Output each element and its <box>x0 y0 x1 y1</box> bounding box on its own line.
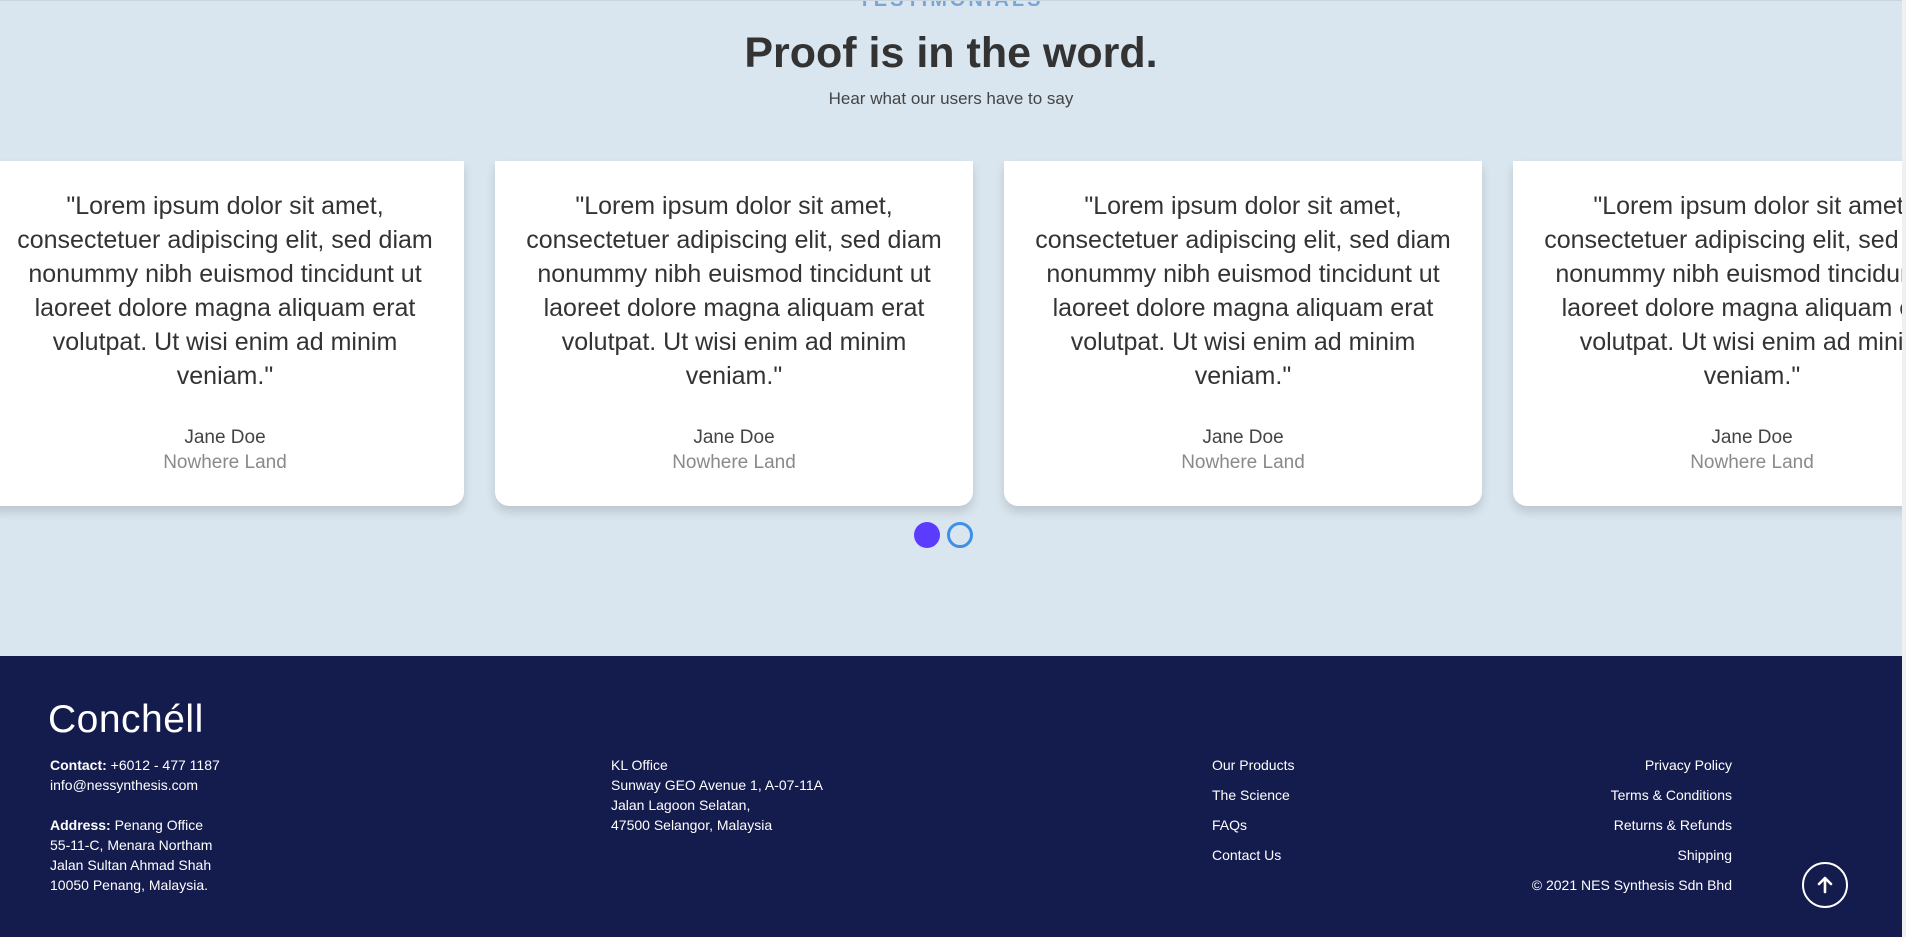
brand-logo[interactable]: Conchéll <box>48 698 204 742</box>
contact-phone[interactable]: +6012 - 477 1187 <box>111 757 220 773</box>
kl-office-line-3: 47500 Selangor, Malaysia <box>611 817 773 833</box>
footer-link-returns-refunds[interactable]: Returns & Refunds <box>1614 817 1732 833</box>
site-footer: Conchéll Contact: +6012 - 477 1187 info@… <box>0 656 1902 937</box>
footer-link-contact-us[interactable]: Contact Us <box>1212 847 1281 863</box>
footer-link-privacy-policy[interactable]: Privacy Policy <box>1645 757 1732 773</box>
address-office: Penang Office <box>114 817 204 833</box>
testimonial-quote: "Lorem ipsum dolor sit amet, consectetue… <box>17 192 433 390</box>
address-line-1: 55-11-C, Menara Northam <box>50 837 213 853</box>
footer-link-terms-conditions[interactable]: Terms & Conditions <box>1611 787 1732 803</box>
testimonial-author: Jane Doe <box>1202 427 1284 448</box>
section-eyebrow: TESTIMONIALS <box>858 0 1044 11</box>
testimonial-location: Nowhere Land <box>1181 452 1305 473</box>
testimonial-card: "Lorem ipsum dolor sit amet, consectetue… <box>1513 161 1902 506</box>
address-line: Address: Penang Office <box>50 815 203 835</box>
kl-office-title: KL Office <box>611 757 668 773</box>
carousel-dot-1[interactable] <box>914 522 940 548</box>
arrow-up-icon <box>1817 876 1833 894</box>
section-subheading: Hear what our users have to say <box>828 89 1074 108</box>
section-heading: Proof is in the word. <box>744 29 1158 77</box>
contact-label: Contact: <box>50 757 107 773</box>
footer-link-shipping[interactable]: Shipping <box>1678 847 1733 863</box>
testimonial-card: "Lorem ipsum dolor sit amet, consectetue… <box>1004 161 1482 506</box>
scrollbar-track[interactable] <box>1902 0 1906 939</box>
testimonial-author: Jane Doe <box>1711 427 1793 448</box>
testimonial-quote: "Lorem ipsum dolor sit amet, consectetue… <box>1035 192 1451 390</box>
testimonial-location: Nowhere Land <box>163 452 287 473</box>
copyright-text: © 2021 NES Synthesis Sdn Bhd <box>1531 877 1732 893</box>
footer-link-our-products[interactable]: Our Products <box>1212 757 1294 773</box>
footer-link-faqs[interactable]: FAQs <box>1212 817 1247 833</box>
testimonial-location: Nowhere Land <box>1690 452 1814 473</box>
testimonial-card: "Lorem ipsum dolor sit amet, consectetue… <box>0 161 464 506</box>
address-line-2: Jalan Sultan Ahmad Shah <box>50 857 212 873</box>
testimonial-card: "Lorem ipsum dolor sit amet, consectetue… <box>495 161 973 506</box>
testimonial-quote: "Lorem ipsum dolor sit amet, consectetue… <box>1544 192 1902 390</box>
testimonial-author: Jane Doe <box>184 427 266 448</box>
kl-office-line-2: Jalan Lagoon Selatan, <box>611 797 751 813</box>
address-label: Address: <box>50 817 111 833</box>
footer-link-the-science[interactable]: The Science <box>1212 787 1290 803</box>
contact-line: Contact: +6012 - 477 1187 <box>50 755 220 775</box>
testimonial-location: Nowhere Land <box>672 452 796 473</box>
carousel-dot-2[interactable] <box>947 522 973 548</box>
address-line-3: 10050 Penang, Malaysia. <box>50 877 208 893</box>
scroll-to-top-button[interactable] <box>1802 862 1848 908</box>
contact-email[interactable]: info@nessynthesis.com <box>50 775 198 795</box>
testimonial-author: Jane Doe <box>693 427 775 448</box>
testimonials-section: TESTIMONIALS Proof is in the word. Hear … <box>0 0 1902 657</box>
testimonial-quote: "Lorem ipsum dolor sit amet, consectetue… <box>526 192 942 390</box>
kl-office-line-1: Sunway GEO Avenue 1, A-07-11A <box>611 777 823 793</box>
